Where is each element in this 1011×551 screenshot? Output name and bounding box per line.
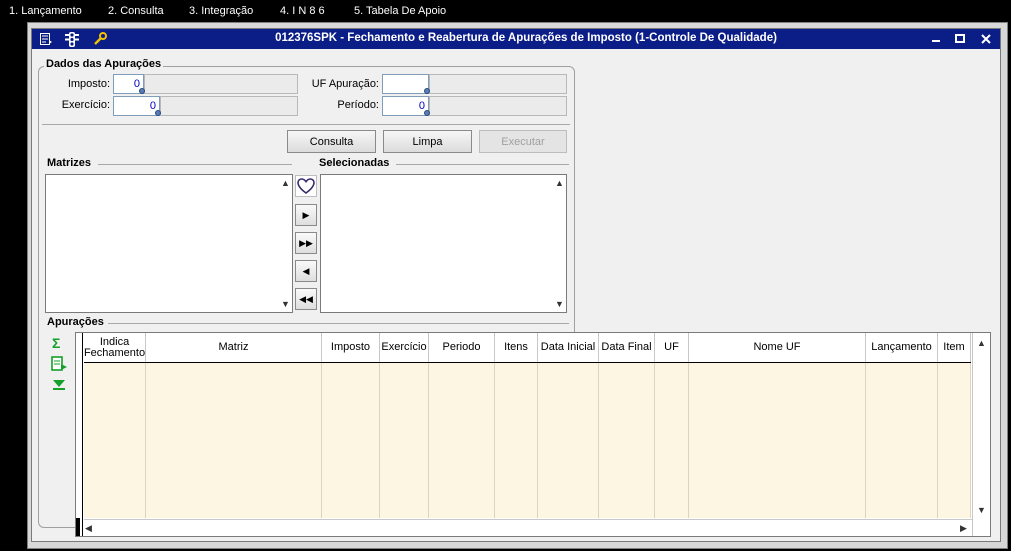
grid-column-body — [938, 363, 971, 518]
scroll-left-icon[interactable]: ◀ — [85, 523, 92, 534]
scroll-down-icon[interactable]: ▼ — [977, 505, 986, 515]
wrench-icon[interactable] — [92, 31, 108, 47]
scroll-up-icon[interactable]: ▲ — [555, 178, 564, 188]
imposto-lookup-icon[interactable] — [139, 88, 145, 94]
apuracoes-label: Apurações — [47, 316, 104, 328]
apuracoes-grid[interactable]: Indica Fechamento Matriz Imposto Exercíc… — [75, 332, 991, 537]
periodo-lookup-icon[interactable] — [424, 110, 430, 116]
scroll-down-icon[interactable]: ▼ — [555, 299, 564, 309]
col-matriz[interactable]: Matriz — [146, 333, 322, 362]
double-arrow-left-icon: ◀◀ — [299, 293, 313, 304]
scroll-up-icon[interactable]: ▲ — [281, 178, 290, 188]
grid-column-body — [146, 363, 322, 518]
window-title: 012376SPK - Fechamento e Reabertura de A… — [275, 32, 777, 44]
exercicio-lookup-icon[interactable] — [155, 110, 161, 116]
scroll-down-icon[interactable]: ▼ — [281, 299, 290, 309]
exercicio-description — [160, 96, 298, 116]
divider — [98, 164, 292, 165]
grid-horizontal-scrollbar[interactable]: ◀ ▶ — [84, 519, 972, 536]
move-right-button[interactable]: ▶ — [295, 204, 317, 226]
scroll-up-icon[interactable]: ▲ — [977, 338, 986, 348]
uf-apuracao-lookup-icon[interactable] — [424, 88, 430, 94]
divider — [108, 323, 569, 324]
col-uf[interactable]: UF — [655, 333, 689, 362]
dados-group-title: Dados das Apurações — [44, 58, 164, 70]
sum-icon[interactable]: Σ — [52, 335, 60, 351]
col-data-inicial[interactable]: Data Inicial — [538, 333, 599, 362]
title-bar: 012376SPK - Fechamento e Reabertura de A… — [32, 29, 1000, 49]
menu-item-in86[interactable]: 4. I N 8 6 — [280, 5, 325, 17]
grid-column-body — [655, 363, 689, 518]
imposto-label: Imposto: — [67, 78, 110, 90]
matrizes-list[interactable]: ▲ ▼ — [45, 174, 293, 313]
form-icon[interactable] — [38, 31, 54, 47]
grid-column-body — [689, 363, 866, 518]
move-all-left-button[interactable]: ◀◀ — [295, 288, 317, 310]
selecionadas-list[interactable]: ▲ ▼ — [320, 174, 567, 313]
col-nome-uf[interactable]: Nome UF — [689, 333, 866, 362]
move-left-button[interactable]: ◀ — [295, 260, 317, 282]
menu-item-tabela-de-apoio[interactable]: 5. Tabela De Apoio — [354, 5, 446, 17]
minimize-icon[interactable] — [928, 31, 944, 47]
menu-bar: 1. Lançamento 2. Consulta 3. Integração … — [0, 0, 1011, 22]
arrow-right-icon: ▶ — [302, 209, 310, 220]
grid-column-body — [380, 363, 429, 518]
grid-column-body — [322, 363, 380, 518]
selecionadas-scrollbar[interactable]: ▲ ▼ — [552, 175, 566, 312]
divider — [42, 124, 570, 125]
export-icon[interactable] — [51, 356, 68, 375]
col-periodo[interactable]: Periodo — [429, 333, 495, 362]
row-indicator-column — [76, 333, 83, 536]
grid-column-body — [599, 363, 655, 518]
col-item[interactable]: Item — [938, 333, 971, 362]
grid-column-body — [84, 363, 146, 518]
matrizes-label: Matrizes — [47, 157, 92, 169]
uf-apuracao-input[interactable] — [382, 74, 429, 94]
traffic-light-icon[interactable] — [64, 31, 80, 47]
double-arrow-right-icon: ▶▶ — [299, 237, 313, 248]
col-imposto[interactable]: Imposto — [322, 333, 380, 362]
executar-button[interactable]: Executar — [479, 130, 567, 153]
periodo-label: Período: — [337, 99, 379, 111]
grid-column-body — [495, 363, 538, 518]
periodo-description — [429, 96, 567, 116]
grid-vertical-scrollbar[interactable]: ▲ ▼ — [972, 333, 990, 536]
selecionadas-label: Selecionadas — [319, 157, 390, 169]
menu-item-lancamento[interactable]: 1. Lançamento — [9, 5, 82, 17]
current-row-marker — [76, 518, 80, 536]
maximize-icon[interactable] — [952, 31, 968, 47]
col-exercicio[interactable]: Exercício — [380, 333, 429, 362]
menu-item-consulta[interactable]: 2. Consulta — [108, 5, 164, 17]
heart-icon — [297, 178, 315, 194]
grid-column-body — [429, 363, 495, 518]
uf-apuracao-description — [429, 74, 567, 94]
col-data-final[interactable]: Data Final — [599, 333, 655, 362]
main-window: 012376SPK - Fechamento e Reabertura de A… — [31, 28, 1001, 542]
download-icon[interactable] — [52, 379, 66, 394]
grid-column-body — [866, 363, 938, 518]
move-all-right-button[interactable]: ▶▶ — [295, 232, 317, 254]
limpa-button[interactable]: Limpa — [383, 130, 472, 153]
consulta-button[interactable]: Consulta — [287, 130, 376, 153]
exercicio-label: Exercício: — [61, 99, 110, 111]
divider — [396, 164, 569, 165]
uf-apuracao-label: UF Apuração: — [311, 78, 379, 90]
matrizes-scrollbar[interactable]: ▲ ▼ — [278, 175, 292, 312]
favorite-button[interactable] — [295, 175, 317, 197]
col-lancamento[interactable]: Lançamento — [866, 333, 938, 362]
imposto-description — [144, 74, 298, 94]
arrow-left-icon: ◀ — [302, 265, 310, 276]
col-indica-fechamento[interactable]: Indica Fechamento — [84, 333, 146, 362]
close-icon[interactable] — [978, 31, 994, 47]
grid-column-body — [538, 363, 599, 518]
menu-item-integracao[interactable]: 3. Integração — [189, 5, 253, 17]
col-itens[interactable]: Itens — [495, 333, 538, 362]
scroll-right-icon[interactable]: ▶ — [960, 523, 967, 534]
periodo-input[interactable]: 0 — [382, 96, 429, 116]
exercicio-input[interactable]: 0 — [113, 96, 160, 116]
